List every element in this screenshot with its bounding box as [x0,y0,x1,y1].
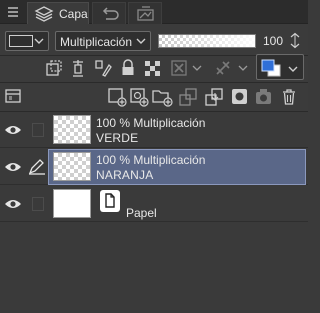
layer-row[interactable]: 100 % Multiplicación VERDE [0,112,308,148]
opacity-slider[interactable] [158,34,256,48]
lock-transparent-pixels-icon[interactable] [143,59,161,77]
reference-layer-icon[interactable] [69,58,87,78]
mask-off-icon[interactable] [170,59,190,77]
eye-visibility-icon[interactable] [4,160,22,174]
new-folder-icon[interactable] [151,87,173,107]
layer-edit-checkbox[interactable] [32,123,44,137]
layer-list: 100 % Multiplicación VERDE 100 % Multipl… [0,112,308,313]
chevron-down-icon [34,38,44,44]
layer-row-selected[interactable]: 100 % Multiplicación NARANJA [0,149,308,185]
tab-navigator[interactable] [128,2,162,24]
tab-layer-label: Capa [59,7,88,21]
new-raster-layer-icon[interactable] [107,87,127,107]
blend-mode-select[interactable]: Multiplicación [55,31,151,51]
blend-controls: Multiplicación 100 [0,27,308,55]
chevron-down-icon [136,38,146,44]
transfer-to-lower-layer-icon[interactable] [178,87,198,107]
merge-to-lower-layer-icon[interactable] [204,87,224,107]
undo-history-icon [102,7,119,20]
clip-layer-icon[interactable] [45,59,63,77]
layer-panel: Capa Multiplicación 100 100 % Multiplica… [0,0,308,313]
layer-thumbnail [53,115,91,144]
layer-stack-icon [34,6,54,22]
main-sub-color-icon [261,59,281,77]
chevron-down-icon[interactable] [238,63,248,73]
panel-menu-icon[interactable] [4,3,22,21]
apply-mask-icon[interactable] [254,87,274,107]
divider [0,82,308,83]
tab-history[interactable] [92,2,126,24]
layer-thumbnail [53,189,91,218]
layer-name: VERDE [96,131,139,145]
layer-mask-icon[interactable] [230,87,250,107]
layer-name: Papel [126,206,157,220]
layer-edit-checkbox[interactable] [32,197,44,211]
pencil-edit-icon[interactable] [28,159,46,175]
layer-opacity-mode: 100 % Multiplicación [96,116,206,130]
layer-color-swatch [9,35,33,47]
delete-layer-icon[interactable] [280,87,298,107]
layer-row-paper[interactable]: Papel [0,186,308,222]
opacity-stepper[interactable] [286,31,304,51]
chevron-down-icon[interactable] [192,63,202,73]
layer-color-dropdown[interactable] [5,31,49,51]
opacity-value: 100 [263,34,284,48]
ruler-off-icon[interactable] [214,59,234,77]
eye-visibility-icon[interactable] [4,123,22,137]
draft-layer-icon[interactable] [93,58,113,78]
navigator-icon [137,6,154,21]
layer-color-boxes[interactable] [256,54,304,80]
layer-operations-toolbar [0,84,308,110]
layer-opacity-mode: 100 % Multiplicación [96,153,206,167]
layer-property-icon[interactable] [4,87,22,105]
layer-name: NARANJA [96,168,154,182]
eye-visibility-icon[interactable] [4,197,22,211]
lock-icon[interactable] [120,59,136,77]
tab-bar: Capa [0,0,308,24]
tab-layer[interactable]: Capa [27,2,89,24]
paper-layer-icon [100,190,120,212]
layer-thumbnail [53,152,91,181]
chevron-down-icon [288,66,298,72]
new-vector-layer-icon[interactable] [129,87,149,107]
blend-mode-value: Multiplicación [60,35,133,49]
